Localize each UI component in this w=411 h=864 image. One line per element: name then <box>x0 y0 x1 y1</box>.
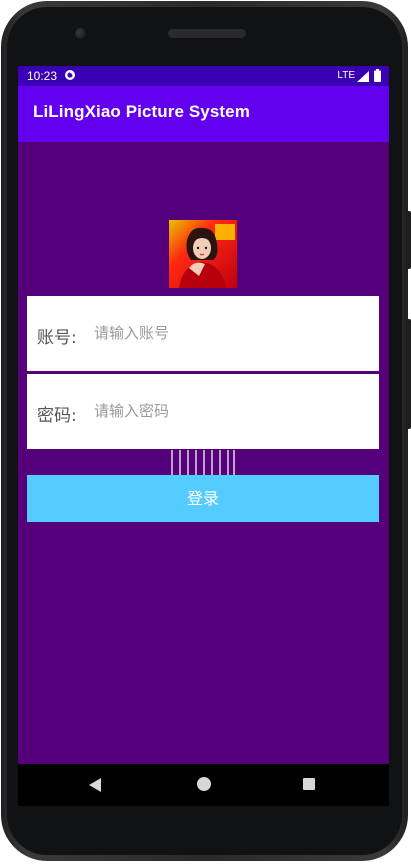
earpiece-speaker <box>168 29 246 38</box>
front-camera <box>75 28 86 39</box>
signal-icon <box>357 71 369 82</box>
password-label: 密码: <box>37 406 77 426</box>
navigation-bar <box>18 764 389 806</box>
status-time: 10:23 <box>27 69 58 83</box>
app-title: LiLingXiao Picture System <box>33 102 250 121</box>
power-button <box>406 211 411 269</box>
network-type: LTE <box>337 70 355 81</box>
recent-apps-icon[interactable] <box>303 778 315 790</box>
app-screen: 10:23 LTE LiLingXiao Picture System 账号: … <box>18 66 389 764</box>
avatar-photo <box>169 220 237 288</box>
sync-icon <box>65 70 75 80</box>
back-icon[interactable] <box>88 777 102 793</box>
password-input[interactable] <box>91 390 377 432</box>
account-field: 账号: <box>27 296 379 371</box>
decorative-lines <box>171 450 235 476</box>
login-button[interactable]: 登录 <box>27 475 379 522</box>
home-icon[interactable] <box>197 777 211 791</box>
app-bar: LiLingXiao Picture System <box>18 86 389 142</box>
account-label: 账号: <box>37 328 77 348</box>
battery-icon <box>374 69 381 82</box>
volume-button <box>406 319 411 429</box>
account-input[interactable] <box>91 312 377 354</box>
status-bar: 10:23 LTE <box>18 66 389 86</box>
password-field: 密码: <box>27 374 379 449</box>
